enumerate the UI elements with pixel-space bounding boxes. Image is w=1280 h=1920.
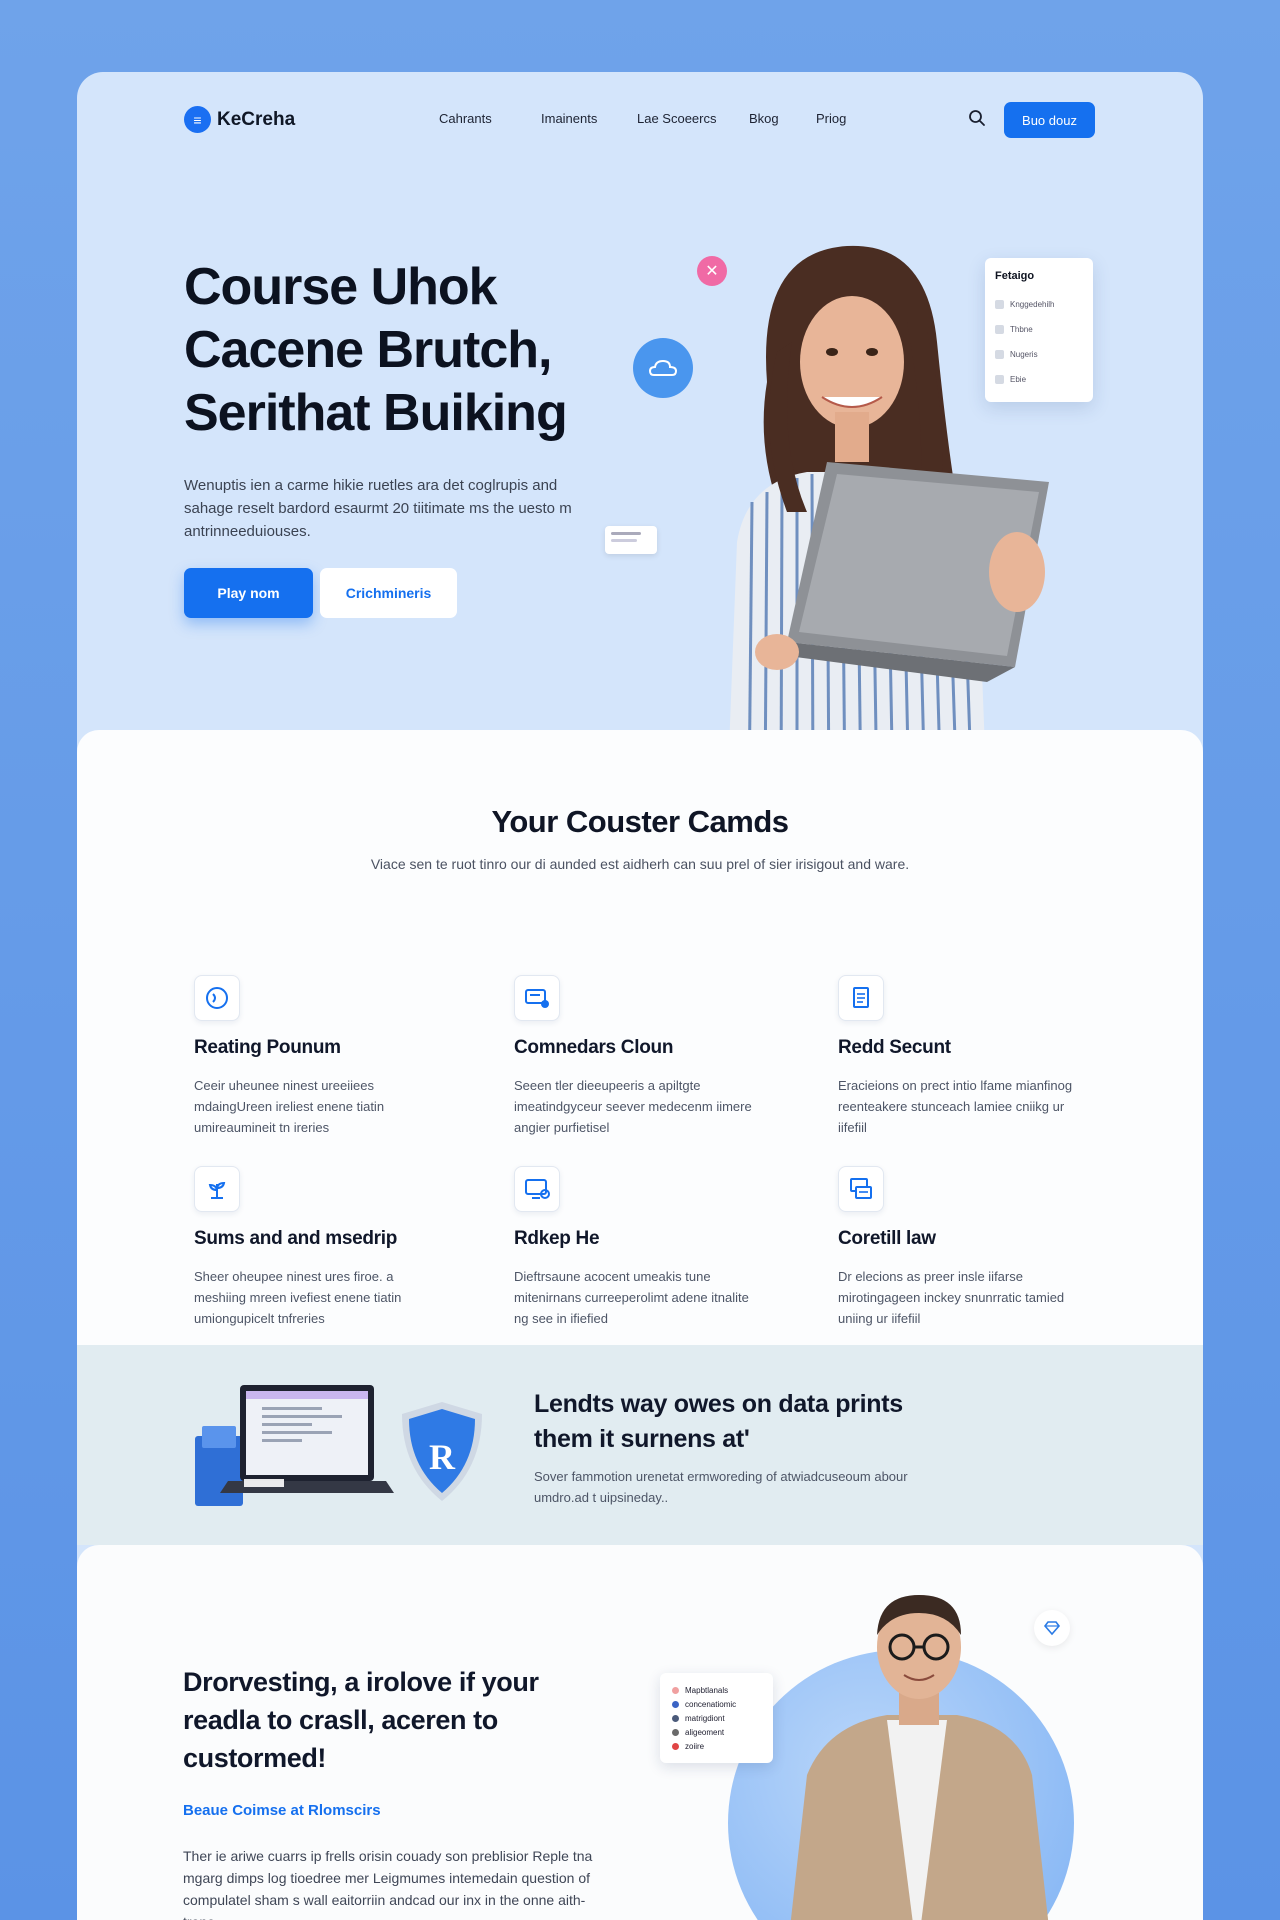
band-title: Lendts way owes on data prints them it s… <box>534 1390 903 1453</box>
screens-icon <box>838 1166 884 1212</box>
hero-title-line-3: Serithat Buiking <box>184 384 568 442</box>
chat-icon <box>514 975 560 1021</box>
mini-card-item[interactable]: concenatiomic <box>672 1697 761 1711</box>
feature-card: Coretill law Dr elecions as preer insle … <box>838 1166 1108 1329</box>
item-icon <box>672 1742 679 1750</box>
feature-text: Seeen tler dieeupeeris a apiltgte imeati… <box>514 1078 752 1135</box>
feature-title: Rdkep He <box>514 1228 600 1249</box>
mini-card-item[interactable]: matrigdiont <box>672 1711 761 1725</box>
nav-link-4[interactable]: Bkog <box>749 111 779 126</box>
menu-card-item[interactable]: Thbne <box>995 317 1083 342</box>
feature-title: Reating Pounum <box>194 1037 341 1058</box>
logo-icon: ≡ <box>184 106 211 133</box>
hero-title-line-2: Cacene Brutch, <box>184 321 552 379</box>
feature-text: Dr elecions as preer insle iifarse mirot… <box>838 1269 1065 1326</box>
item-icon <box>672 1728 679 1736</box>
search-icon[interactable] <box>967 108 987 128</box>
feature-title: Redd Secunt <box>838 1037 951 1058</box>
features-section: Your Couster Camds Viace sen te ruot tin… <box>77 730 1203 1355</box>
top-navigation: ≡ KeCreha Cahrants Imainents Lae Scoeerc… <box>77 72 1203 168</box>
brand-name: KeCreha <box>217 108 296 130</box>
nav-link-5[interactable]: Priog <box>816 111 846 126</box>
feature-card: Reating Pounum Ceeir uheunee ninest uree… <box>194 975 464 1138</box>
item-icon <box>672 1686 679 1694</box>
feature-card: Redd Secunt Eracieions on prect intio lf… <box>838 975 1108 1138</box>
monitor-icon <box>514 1166 560 1212</box>
options-mini-card: Mapbtlanals concenatiomic matrigdiont al… <box>660 1673 773 1763</box>
feature-title: Sums and and msedrip <box>194 1228 398 1249</box>
shield-icon: R <box>402 1402 482 1501</box>
feature-card: Comnedars Cloun Seeen tler dieeupeeris a… <box>514 975 784 1138</box>
brand-logo[interactable]: ≡ KeCreha <box>184 106 295 133</box>
features-title: Your Couster Camds <box>491 804 789 839</box>
menu-card-item[interactable]: Ebie <box>995 367 1083 392</box>
feature-text: Eracieions on prect intio lfame mianfino… <box>838 1078 1073 1135</box>
man-illustration <box>790 1595 1049 1920</box>
hero-title: Course Uhok Cacene Brutch, Serithat Buik… <box>184 256 654 445</box>
hero-secondary-button[interactable]: Crichmineris <box>320 568 457 618</box>
bottom-title: Drorvesting, a irolove if your readla to… <box>183 1667 539 1773</box>
nav-cta-button[interactable]: Buo douz <box>1004 102 1095 138</box>
mini-card-item[interactable]: aligeoment <box>672 1725 761 1739</box>
menu-card-item[interactable]: Nugeris <box>995 342 1083 367</box>
hero-primary-button[interactable]: Play nom <box>184 568 313 618</box>
floating-menu-card: Fetaigo Knggedehilh Thbne Nugeris Ebie <box>985 258 1093 402</box>
feature-text: Dieftrsaune acocent umeakis tune mitenir… <box>514 1269 749 1326</box>
feature-title: Coretill law <box>838 1228 936 1249</box>
nav-link-3[interactable]: Lae Scoeercs <box>637 111 717 126</box>
globe-icon <box>194 975 240 1021</box>
diamond-icon <box>1034 1610 1070 1646</box>
menu-card-title: Fetaigo <box>995 270 1035 282</box>
testimonial-section: Drorvesting, a irolove if your readla to… <box>77 1545 1203 1920</box>
plant-icon <box>194 1166 240 1212</box>
feature-text: Ceeir uheunee ninest ureeiiees mdaingUre… <box>194 1078 385 1135</box>
item-icon <box>672 1700 679 1708</box>
item-icon <box>995 300 1004 309</box>
menu-card-item[interactable]: Knggedehilh <box>995 292 1083 317</box>
item-icon <box>995 325 1004 334</box>
item-icon <box>672 1714 679 1722</box>
mini-card-item[interactable]: Mapbtlanals <box>672 1683 761 1697</box>
bottom-link[interactable]: Beaue Coimse at Rlomscirs <box>183 1802 381 1819</box>
hero-description: Wenuptis ien a carme hikie ruetles ara d… <box>184 477 572 540</box>
item-icon <box>995 375 1004 384</box>
document-icon <box>838 975 884 1021</box>
band-description: Sover fammotion urenetat ermworeding of … <box>534 1469 908 1505</box>
feature-card: Sums and and msedrip Sheer oheupee nines… <box>194 1166 464 1329</box>
item-icon <box>995 350 1004 359</box>
features-subtitle: Viace sen te ruot tinro our di aunded es… <box>370 856 910 872</box>
nav-link-1[interactable]: Cahrants <box>439 111 492 126</box>
feature-card: Rdkep He Dieftrsaune acocent umeakis tun… <box>514 1166 784 1329</box>
nav-link-2[interactable]: Imainents <box>541 111 597 126</box>
laptop-illustration <box>195 1385 394 1506</box>
feature-title: Comnedars Cloun <box>514 1037 674 1058</box>
security-band: R Lendts way owes on data prints them it… <box>77 1345 1203 1545</box>
hero-title-line-1: Course Uhok <box>184 258 498 316</box>
floating-tag-card <box>605 526 657 554</box>
feature-text: Sheer oheupee ninest ures firoe. a meshi… <box>194 1269 402 1326</box>
shield-letter: R <box>429 1437 456 1477</box>
mini-card-item[interactable]: zoiire <box>672 1739 761 1753</box>
bottom-description: Ther ie ariwe cuarrs ip frells orisin co… <box>183 1848 593 1920</box>
page-container: ≡ KeCreha Cahrants Imainents Lae Scoeerc… <box>77 72 1203 1920</box>
